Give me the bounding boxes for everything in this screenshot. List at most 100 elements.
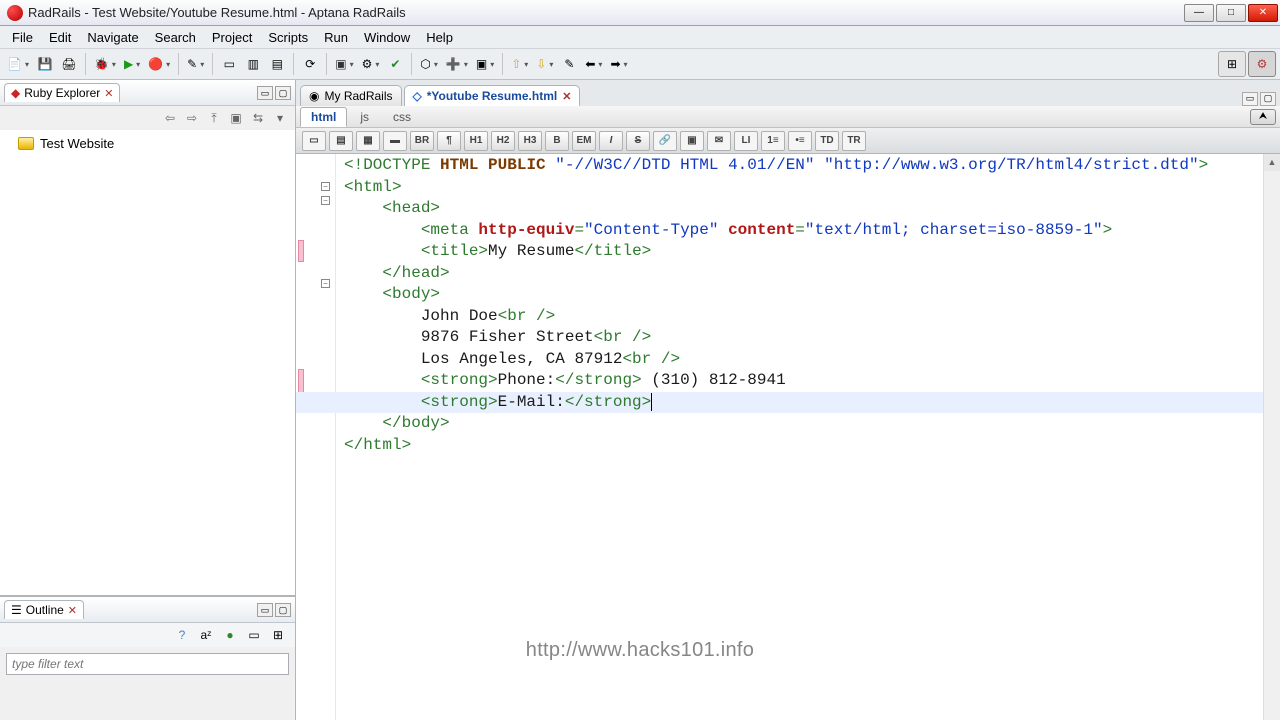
editor-subtabs: html js css ⮝ <box>296 106 1280 128</box>
layout2-button[interactable]: ▥ <box>242 53 264 75</box>
html-tb-h2[interactable]: H2 <box>491 131 515 151</box>
server-button[interactable] <box>359 53 383 75</box>
code-content[interactable]: <!DOCTYPE HTML PUBLIC "-//W3C//DTD HTML … <box>336 154 1263 720</box>
save-button[interactable] <box>34 53 56 75</box>
html-tb-i[interactable]: I <box>599 131 623 151</box>
menu-scripts[interactable]: Scripts <box>260 30 316 45</box>
html-tb-br[interactable]: BR <box>410 131 434 151</box>
view-menu-icon[interactable]: ▾ <box>271 109 289 127</box>
close-view-icon[interactable]: ✕ <box>104 87 113 100</box>
nav-back-icon[interactable]: ⇦ <box>161 109 179 127</box>
nav-up-icon[interactable]: ⤒ <box>205 109 223 127</box>
fold-gutter[interactable]: − − − <box>316 154 336 720</box>
tree-item-project[interactable]: Test Website <box>0 134 295 153</box>
html-tb-a[interactable]: ▭ <box>302 131 326 151</box>
tab-close-icon[interactable]: ✕ <box>562 90 571 103</box>
html-tb-tr[interactable]: TR <box>842 131 866 151</box>
fold-head[interactable]: − <box>321 196 330 205</box>
radrails-perspective-button[interactable] <box>1248 51 1276 77</box>
editor-tab-myradrails[interactable]: ◉ My RadRails <box>300 85 402 106</box>
menu-edit[interactable]: Edit <box>41 30 79 45</box>
layout1-button[interactable]: ▭ <box>218 53 240 75</box>
html-tb-em[interactable]: EM <box>572 131 596 151</box>
outline-filter-input[interactable] <box>6 653 289 675</box>
editor-tab-youtube-resume[interactable]: ◇ *Youtube Resume.html ✕ <box>404 85 581 106</box>
explorer-tabbar: Ruby Explorer ✕ ▭ ▢ <box>0 80 295 106</box>
editor-min-button[interactable]: ▭ <box>1242 92 1258 106</box>
html-tb-ol[interactable]: 1≡ <box>761 131 785 151</box>
subtab-js[interactable]: js <box>349 107 380 127</box>
back-button[interactable] <box>582 53 605 75</box>
sort-icon[interactable]: aᶻ <box>197 626 215 644</box>
scroll-up-icon[interactable]: ▲ <box>1264 154 1280 171</box>
html-tb-li[interactable]: LI <box>734 131 758 151</box>
down-button[interactable] <box>533 53 556 75</box>
print-button[interactable] <box>58 53 80 75</box>
collapse-all-icon[interactable]: ▣ <box>227 109 245 127</box>
debug-button[interactable] <box>91 53 119 75</box>
editor-max-button[interactable]: ▢ <box>1260 92 1276 106</box>
help-icon[interactable]: ? <box>173 626 191 644</box>
menu-navigate[interactable]: Navigate <box>79 30 146 45</box>
html-tb-c[interactable]: ▦ <box>356 131 380 151</box>
html-tb-d[interactable]: ▬ <box>383 131 407 151</box>
new-button[interactable] <box>4 53 32 75</box>
menu-run[interactable]: Run <box>316 30 356 45</box>
expand-icon[interactable]: ⊞ <box>269 626 287 644</box>
tool-b[interactable]: ➕ <box>443 53 471 75</box>
fold-body[interactable]: − <box>321 279 330 288</box>
up-button[interactable] <box>508 53 531 75</box>
vertical-scrollbar[interactable]: ▲ <box>1263 154 1280 720</box>
fold-html[interactable]: − <box>321 182 330 191</box>
open-perspective-button[interactable]: ⊞ <box>1218 51 1246 77</box>
maximize-button[interactable]: □ <box>1216 4 1246 22</box>
script-button[interactable] <box>184 53 207 75</box>
html-tb-h1[interactable]: H1 <box>464 131 488 151</box>
html-tb-img[interactable]: ▣ <box>680 131 704 151</box>
outline-tab[interactable]: ☰ Outline ✕ <box>4 600 84 619</box>
menu-file[interactable]: File <box>4 30 41 45</box>
subtab-css[interactable]: css <box>382 107 422 127</box>
nav-forward-icon[interactable]: ⇨ <box>183 109 201 127</box>
ruby-explorer-tab[interactable]: Ruby Explorer ✕ <box>4 83 120 102</box>
html-tb-s[interactable]: S <box>626 131 650 151</box>
menu-project[interactable]: Project <box>204 30 260 45</box>
layout3-button[interactable]: ▤ <box>266 53 288 75</box>
menu-window[interactable]: Window <box>356 30 418 45</box>
close-button[interactable]: ✕ <box>1248 4 1278 22</box>
html-tb-link[interactable]: 🔗 <box>653 131 677 151</box>
refresh-button[interactable]: ⟳ <box>299 53 321 75</box>
forward-button[interactable] <box>607 53 630 75</box>
view-maximize-button[interactable]: ▢ <box>275 86 291 100</box>
external-run-button[interactable] <box>145 53 173 75</box>
last-edit-button[interactable]: ✎ <box>558 53 580 75</box>
tool-c[interactable]: ▣ <box>473 53 497 75</box>
text-caret <box>651 393 652 411</box>
html-tb-ul[interactable]: •≡ <box>788 131 812 151</box>
explorer-body[interactable]: Test Website <box>0 130 295 595</box>
dot-icon[interactable]: ● <box>221 626 239 644</box>
html-tb-h3[interactable]: H3 <box>518 131 542 151</box>
html-tb-td[interactable]: TD <box>815 131 839 151</box>
html-tb-p[interactable]: ¶ <box>437 131 461 151</box>
minimize-button[interactable]: — <box>1184 4 1214 22</box>
validate-button[interactable] <box>384 53 406 75</box>
toggle-toolbar-button[interactable]: ⮝ <box>1250 109 1276 125</box>
subtab-html[interactable]: html <box>300 107 347 127</box>
outline-min-button[interactable]: ▭ <box>257 603 273 617</box>
menu-help[interactable]: Help <box>418 30 461 45</box>
collapse-icon[interactable]: ▭ <box>245 626 263 644</box>
code-editor[interactable]: − − − <!DOCTYPE HTML PUBLIC "-//W3C//DTD… <box>296 154 1280 720</box>
run-button[interactable] <box>121 53 143 75</box>
html-tb-b[interactable]: B <box>545 131 569 151</box>
tool-a[interactable]: ⬡ <box>417 53 441 75</box>
ruby-explorer-label: Ruby Explorer <box>24 86 100 100</box>
outline-max-button[interactable]: ▢ <box>275 603 291 617</box>
html-tb-b[interactable]: ▤ <box>329 131 353 151</box>
html-tb-mail[interactable]: ✉ <box>707 131 731 151</box>
close-outline-icon[interactable]: ✕ <box>68 604 77 617</box>
terminal-button[interactable] <box>332 53 356 75</box>
view-minimize-button[interactable]: ▭ <box>257 86 273 100</box>
link-editor-icon[interactable]: ⇆ <box>249 109 267 127</box>
menu-search[interactable]: Search <box>147 30 204 45</box>
